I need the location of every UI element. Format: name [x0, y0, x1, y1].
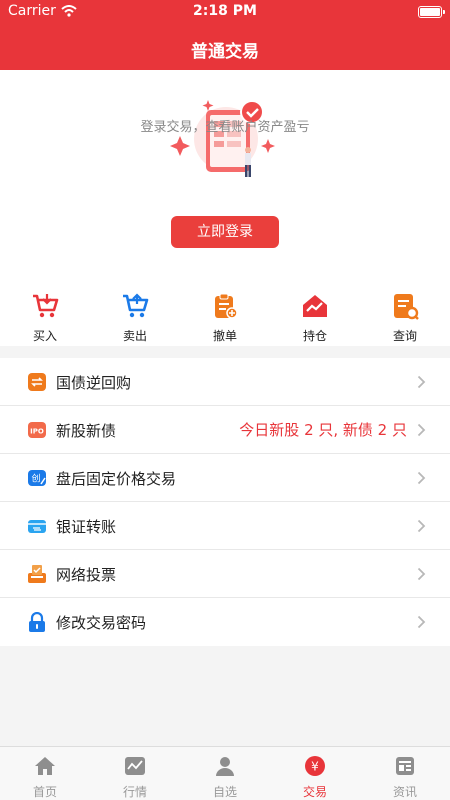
ipo-icon: IPO	[28, 422, 46, 438]
menu-label: 盘后固定价格交易	[56, 470, 177, 488]
lock-icon	[29, 612, 45, 632]
home-icon	[35, 757, 55, 775]
cancel-order-action[interactable]: 撤单	[187, 278, 263, 346]
repo-icon	[28, 373, 46, 391]
cart-down-icon	[33, 294, 59, 318]
tab-news[interactable]: 资讯	[360, 747, 450, 800]
tab-label: 交易	[302, 785, 327, 799]
tab-label: 首页	[32, 785, 57, 799]
query-icon	[394, 294, 419, 320]
buy-action[interactable]: 买入	[7, 278, 83, 346]
menu-label: 银证转账	[56, 518, 117, 536]
bank-transfer-icon	[28, 520, 46, 533]
app-header: Carrier 2:18 PM 普通交易	[0, 0, 450, 70]
vote-icon	[28, 565, 46, 583]
tab-watchlist[interactable]: 自选	[180, 747, 270, 800]
trade-menu: 国债逆回购 IPO 新股新债 今日新股 2 只, 新债 2 只 创 盘后固定价格…	[0, 358, 450, 646]
tab-label: 自选	[212, 785, 237, 799]
tab-home[interactable]: 首页	[0, 747, 90, 800]
battery-icon	[418, 6, 445, 18]
menu-item-repo[interactable]: 国债逆回购	[0, 358, 450, 406]
chevron-right-icon	[417, 471, 426, 485]
chevron-right-icon	[417, 375, 426, 389]
chevron-right-icon	[417, 519, 426, 533]
tab-trade[interactable]: ¥ 交易	[270, 747, 360, 800]
menu-item-change-password[interactable]: 修改交易密码	[0, 598, 450, 646]
menu-item-bank-transfer[interactable]: 银证转账	[0, 502, 450, 550]
cancel-order-icon	[215, 293, 238, 319]
status-bar: Carrier 2:18 PM	[0, 0, 450, 24]
market-icon	[125, 757, 145, 775]
menu-item-after-hours[interactable]: 创 盘后固定价格交易	[0, 454, 450, 502]
query-action[interactable]: 查询	[367, 278, 443, 346]
chevron-right-icon	[417, 423, 426, 437]
position-label: 持仓	[302, 329, 327, 343]
news-icon	[396, 757, 414, 775]
tab-market[interactable]: 行情	[90, 747, 180, 800]
menu-label: 新股新债	[56, 422, 117, 440]
cancel-order-label: 撤单	[212, 329, 237, 343]
tab-bar: 首页 行情 自选 ¥ 交易 资讯	[0, 746, 450, 800]
chevron-right-icon	[417, 615, 426, 629]
sell-action[interactable]: 卖出	[97, 278, 173, 346]
position-icon	[303, 295, 327, 317]
menu-label: 修改交易密码	[56, 614, 147, 632]
svg-text:¥: ¥	[311, 760, 319, 774]
query-label: 查询	[392, 329, 417, 343]
chevron-right-icon	[417, 567, 426, 581]
menu-label: 网络投票	[56, 566, 117, 584]
quick-actions: 买入 卖出 撤单 持仓 查询	[0, 278, 450, 346]
svg-text:IPO: IPO	[30, 428, 44, 436]
svg-text:创: 创	[31, 473, 40, 485]
sell-label: 卖出	[122, 329, 147, 343]
menu-item-ipo[interactable]: IPO 新股新债 今日新股 2 只, 新债 2 只	[0, 406, 450, 454]
new-issue-count: 今日新股 2 只, 新债 2 只	[239, 421, 407, 439]
position-action[interactable]: 持仓	[277, 278, 353, 346]
login-hint: 登录交易，查看账户资产盈亏	[140, 120, 310, 135]
buy-label: 买入	[32, 329, 57, 343]
tab-label: 资讯	[392, 785, 417, 799]
tab-label: 行情	[122, 785, 147, 799]
login-panel: 登录交易，查看账户资产盈亏 立即登录	[0, 70, 450, 278]
watchlist-icon	[216, 757, 234, 776]
menu-item-vote[interactable]: 网络投票	[0, 550, 450, 598]
cart-up-icon	[123, 293, 149, 318]
menu-label: 国债逆回购	[56, 374, 132, 392]
page-title: 普通交易	[191, 42, 259, 62]
status-time: 2:18 PM	[193, 3, 257, 19]
after-hours-icon: 创	[28, 470, 46, 486]
login-button[interactable]: 立即登录	[171, 216, 279, 248]
trade-icon: ¥	[305, 756, 325, 776]
